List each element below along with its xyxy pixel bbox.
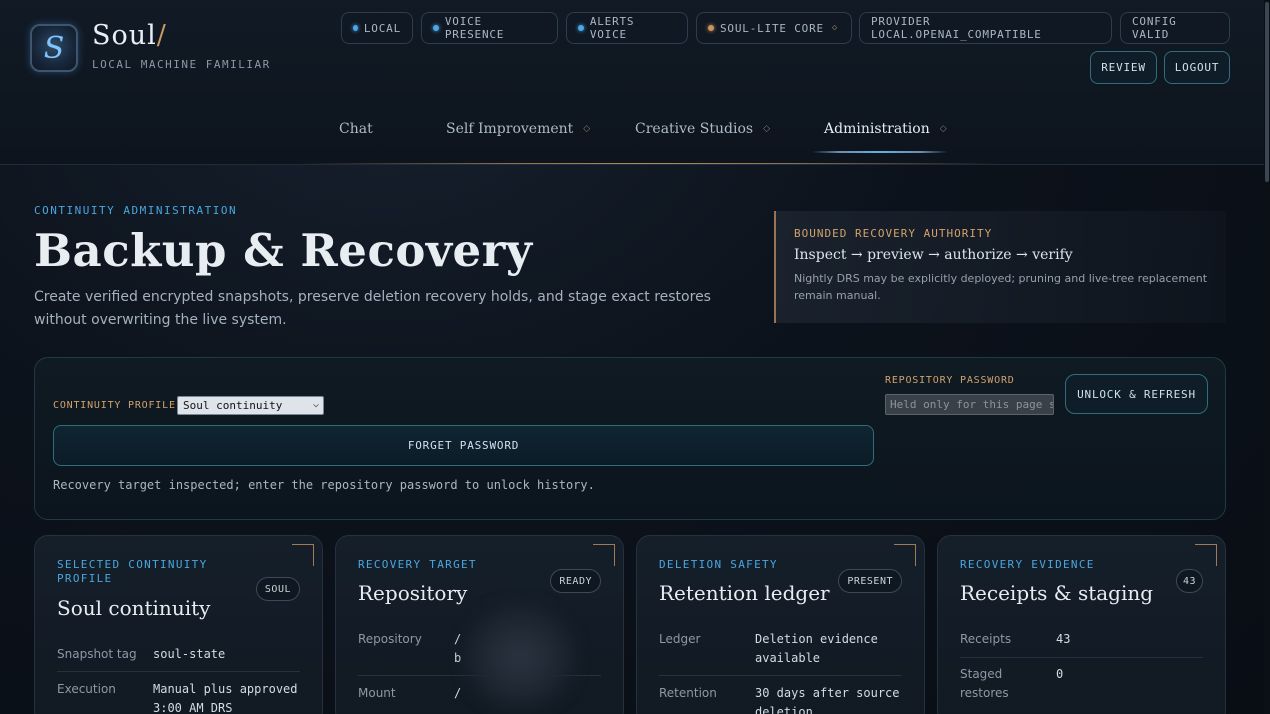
repository-password-input[interactable]: Held only for this page s bbox=[885, 394, 1054, 415]
row-divider bbox=[57, 671, 300, 672]
status-dot-icon bbox=[708, 25, 714, 31]
nav-tab-creative-studios[interactable]: Creative Studios ◇ bbox=[635, 121, 770, 137]
status-dot-icon bbox=[353, 25, 358, 31]
diamond-caret-icon: ◇ bbox=[939, 124, 947, 134]
status-chip-config[interactable]: CONFIG VALID bbox=[1120, 12, 1230, 44]
card-corner-ornament bbox=[292, 544, 314, 566]
authority-flow: Inspect → preview → authorize → verify bbox=[794, 247, 1073, 263]
card-eyebrow: RECOVERY EVIDENCE bbox=[960, 558, 1095, 571]
status-chip-alerts-voice[interactable]: ALERTS VOICE bbox=[566, 12, 688, 44]
card-title: Repository bbox=[358, 581, 468, 605]
redacted-path-blur bbox=[460, 600, 580, 714]
header-divider-glow bbox=[300, 163, 1000, 164]
card-title: Retention ledger bbox=[659, 581, 830, 605]
continuity-profile-select[interactable]: Soul continuity ⌵ bbox=[177, 396, 324, 415]
kv-value: 43 bbox=[1056, 632, 1071, 646]
active-tab-indicator bbox=[812, 151, 948, 153]
continuity-profile-label: CONTINUITY PROFILE bbox=[53, 400, 176, 411]
repository-password-label: REPOSITORY PASSWORD bbox=[885, 375, 1015, 386]
kv-value: 0 bbox=[1056, 667, 1064, 681]
chevron-down-icon: ⌵ bbox=[312, 399, 319, 410]
authority-note: Nightly DRS may be explicitly deployed; … bbox=[794, 272, 1208, 302]
recovery-authority-callout: BOUNDED RECOVERY AUTHORITY Inspect → pre… bbox=[774, 211, 1226, 323]
status-chip-provider[interactable]: PROVIDER LOCAL.OPENAI_COMPATIBLE bbox=[859, 12, 1112, 44]
kv-value: soul-state bbox=[153, 647, 226, 661]
brand-subtitle: LOCAL MACHINE FAMILIAR bbox=[92, 58, 271, 71]
kv-key: Receipts bbox=[960, 632, 1012, 646]
card-title: Soul continuity bbox=[57, 596, 211, 620]
card-corner-ornament bbox=[894, 544, 916, 566]
profile-badge: SOUL bbox=[255, 577, 300, 601]
diamond-caret-icon: ◇ bbox=[763, 124, 770, 134]
kv-key: Retention bbox=[659, 686, 717, 700]
kv-key: Mount bbox=[358, 686, 396, 700]
forget-password-button[interactable]: FORGET PASSWORD bbox=[53, 425, 874, 466]
nav-tab-administration[interactable]: Administration ◇ bbox=[824, 121, 947, 137]
kv-key: Repository bbox=[358, 632, 422, 646]
card-continuity-profile: SELECTED CONTINUITY PROFILE Soul continu… bbox=[34, 535, 323, 714]
ledger-status-badge: PRESENT bbox=[838, 569, 902, 593]
card-corner-ornament bbox=[1195, 544, 1217, 566]
card-recovery-evidence: RECOVERY EVIDENCE Receipts & staging 43 … bbox=[937, 535, 1226, 714]
kv-key: Execution bbox=[57, 682, 116, 696]
page-scrollbar-thumb[interactable] bbox=[1265, 2, 1269, 182]
card-eyebrow: DELETION SAFETY bbox=[659, 558, 778, 571]
card-deletion-safety: DELETION SAFETY Retention ledger PRESENT… bbox=[636, 535, 925, 714]
diamond-caret-icon: ◇ bbox=[831, 23, 839, 33]
soul-logo-icon[interactable]: S bbox=[30, 24, 78, 72]
page-description: Create verified encrypted snapshots, pre… bbox=[34, 289, 711, 328]
status-dot-icon bbox=[433, 25, 439, 31]
card-eyebrow: RECOVERY TARGET bbox=[358, 558, 477, 571]
card-eyebrow: SELECTED CONTINUITY PROFILE bbox=[57, 558, 208, 585]
status-chip-local[interactable]: LOCAL bbox=[341, 12, 413, 44]
card-title: Receipts & staging bbox=[960, 581, 1154, 605]
brand-name: Soul/ bbox=[92, 20, 167, 51]
section-eyebrow: CONTINUITY ADMINISTRATION bbox=[34, 204, 238, 217]
status-chip-voice-presence[interactable]: VOICE PRESENCE bbox=[421, 12, 558, 44]
unlock-refresh-button[interactable]: UNLOCK & REFRESH bbox=[1065, 374, 1208, 414]
recovery-status-message: Recovery target inspected; enter the rep… bbox=[53, 478, 595, 492]
row-divider bbox=[659, 675, 902, 676]
row-divider bbox=[960, 657, 1203, 658]
card-corner-ornament bbox=[593, 544, 615, 566]
receipt-count-badge: 43 bbox=[1175, 569, 1203, 593]
kv-key: Ledger bbox=[659, 632, 701, 646]
status-chip-soul-lite-core[interactable]: SOUL-LITE CORE ◇ bbox=[696, 12, 852, 44]
kv-key: Snapshot tag bbox=[57, 647, 137, 661]
target-status-badge: READY bbox=[550, 569, 601, 593]
diamond-caret-icon: ◇ bbox=[583, 124, 591, 134]
authority-label: BOUNDED RECOVERY AUTHORITY bbox=[794, 227, 993, 240]
kv-value: 30 days after source deletion bbox=[755, 686, 900, 714]
nav-tab-self-improvement[interactable]: Self Improvement ◇ bbox=[446, 121, 590, 137]
page-title: Backup & Recovery bbox=[34, 224, 533, 277]
logout-button[interactable]: LOGOUT bbox=[1164, 51, 1230, 84]
kv-value: Deletion evidence available bbox=[755, 632, 878, 665]
kv-key: Staged restores bbox=[960, 667, 1009, 700]
status-dot-icon bbox=[578, 25, 584, 31]
kv-value: Manual plus approved 3:00 AM DRS bbox=[153, 682, 298, 714]
nav-tab-chat[interactable]: Chat bbox=[339, 121, 373, 137]
review-button[interactable]: REVIEW bbox=[1090, 51, 1157, 84]
